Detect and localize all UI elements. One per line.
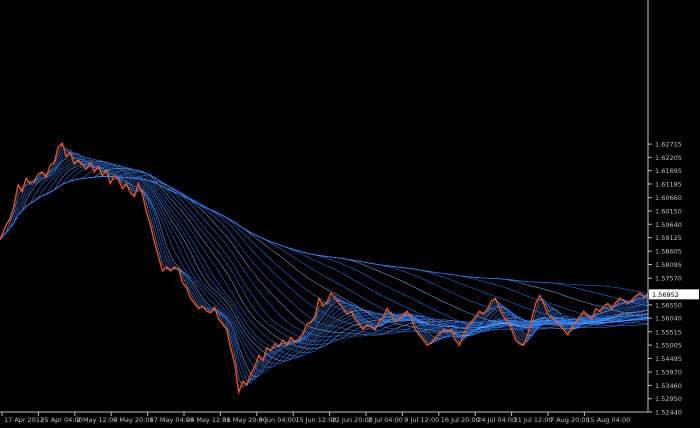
y-tick-label: 1.53460 xyxy=(655,382,682,390)
y-tick-label: 1.53970 xyxy=(655,369,682,377)
y-tick-label: 1.54495 xyxy=(655,355,682,363)
chart-background xyxy=(0,0,700,424)
y-tick-label: 1.55005 xyxy=(655,342,682,350)
x-tick-label: 7 Aug 20:00 xyxy=(550,416,590,424)
x-tick-label: 2 May 12:00 xyxy=(77,416,117,424)
y-tick-label: 1.56550 xyxy=(655,301,682,309)
x-tick-label: 9 Jul 12:00 xyxy=(404,416,439,424)
y-tick-label: 1.61185 xyxy=(655,180,682,188)
y-tick-label: 1.62715 xyxy=(655,141,682,149)
y-tick-label: 1.61695 xyxy=(655,167,682,175)
x-tick-label: 24 Jul 04:00 xyxy=(477,416,516,424)
x-tick-label: 9 May 20:00 xyxy=(113,416,153,424)
x-tick-label: 31 Jul 12:00 xyxy=(514,416,553,424)
x-tick-label: 22 Jun 20:00 xyxy=(332,416,373,424)
y-tick-label: 1.62205 xyxy=(655,154,682,162)
y-tick-label: 1.60150 xyxy=(655,207,682,215)
x-tick-label: 17 Apr 2012 xyxy=(4,416,44,424)
y-tick-label: 1.58605 xyxy=(655,248,682,256)
y-tick-label: 1.59125 xyxy=(655,234,682,242)
chart-svg: 1.62715 1.62205 1.61695 1.61185 1.60660 1.601… xyxy=(0,0,700,424)
x-tick-label: 2 Jul 04:00 xyxy=(368,416,403,424)
x-tick-label: 15 Aug 04:00 xyxy=(586,416,630,424)
chart: 1.62715 1.62205 1.61695 1.61185 1.60660 1.601… xyxy=(0,0,700,424)
current-price-label: 1.56952 xyxy=(652,291,679,299)
y-tick-label: 1.60660 xyxy=(655,194,682,202)
y-tick-label: 1.57570 xyxy=(655,275,682,283)
y-tick-label: 1.55515 xyxy=(655,328,682,336)
x-tick-label: 8 Jun 04:00 xyxy=(259,416,296,424)
y-tick-label: 1.52440 xyxy=(655,409,682,417)
y-tick-label: 1.58095 xyxy=(655,261,682,269)
y-tick-label: 1.59640 xyxy=(655,221,682,229)
x-tick-label: 15 Jun 12:00 xyxy=(295,416,336,424)
x-tick-label: 16 Jul 20:00 xyxy=(441,416,480,424)
y-tick-label: 1.56040 xyxy=(655,315,682,323)
y-tick-label: 1.52950 xyxy=(655,395,682,403)
